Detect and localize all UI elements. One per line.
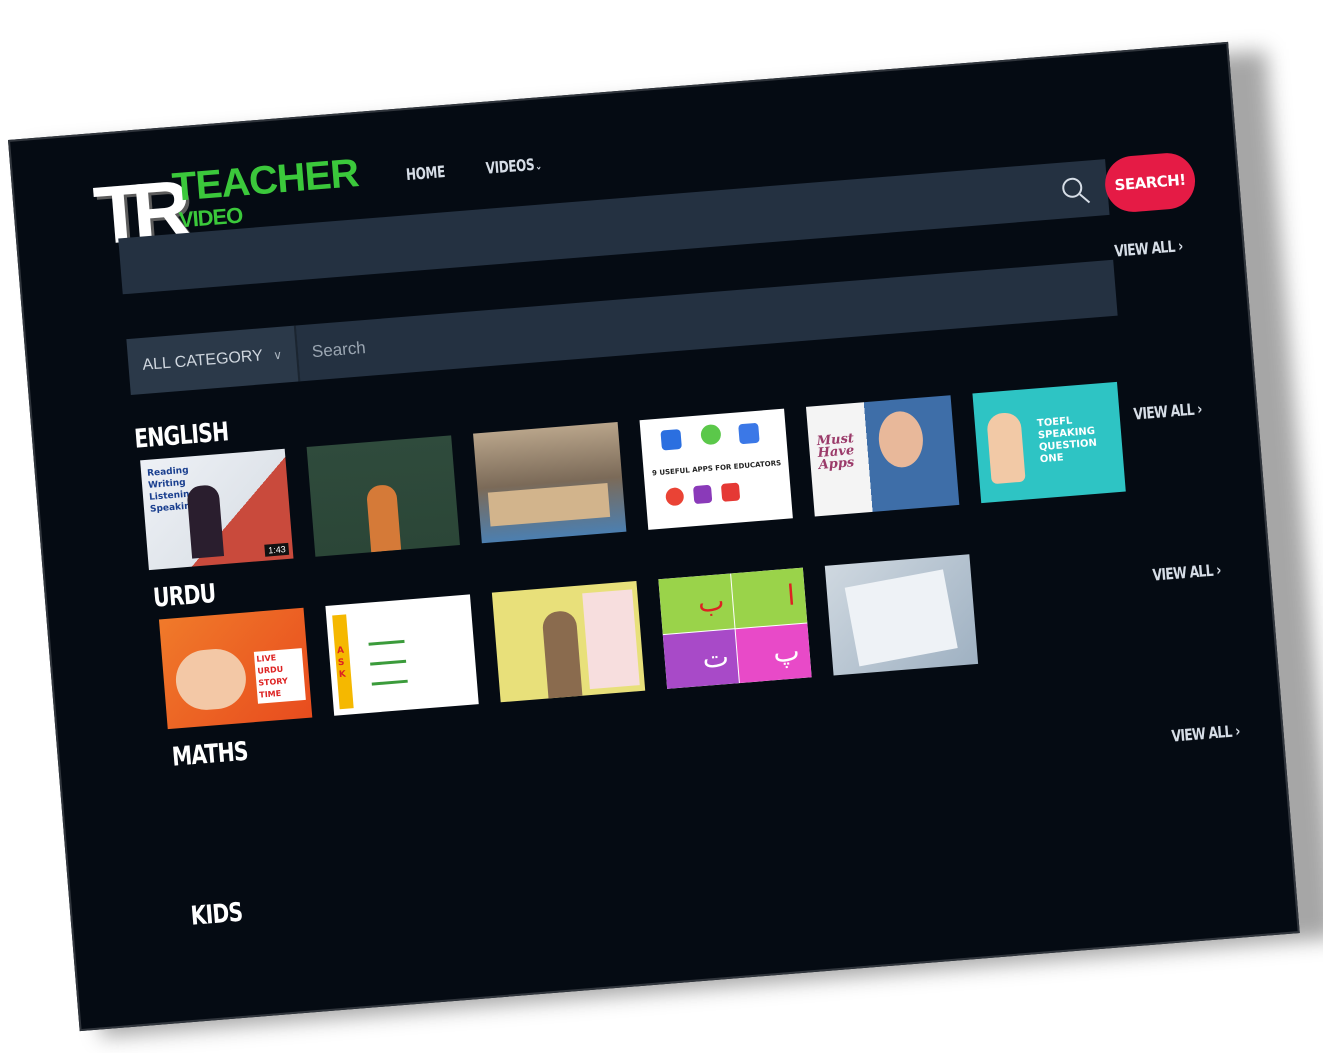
view-all-maths[interactable]: VIEW ALL ›	[1152, 560, 1222, 584]
view-all-label: VIEW ALL	[1113, 236, 1176, 261]
app-icon	[660, 429, 682, 451]
app-icon	[720, 482, 741, 502]
nav-videos-label: VIDEOS	[484, 154, 535, 178]
urdu-letter: ب	[696, 584, 726, 620]
cartoon-figure	[986, 411, 1026, 485]
letter-tile: پ	[735, 623, 812, 684]
urdu-letter: ا	[785, 578, 797, 612]
app-icon	[692, 484, 713, 505]
search-input[interactable]	[295, 259, 1118, 382]
video-thumbnail[interactable]: ASK	[325, 594, 479, 716]
thumb-caption: 9 USEFUL APPS FOR EDUCATORS	[651, 459, 782, 478]
presenter-figure	[541, 609, 583, 699]
chevron-right-icon: ›	[1196, 399, 1203, 419]
classroom-desks	[487, 483, 611, 527]
urdu-video-row: LIVE URDU STORY TIME ASK ب ا ت پ	[158, 554, 979, 730]
section-title-kids: KIDS	[189, 897, 244, 932]
english-video-row: Reading Writing Listening Speaking 1:43 …	[140, 381, 1126, 571]
browser-screen: TR TEACHER VIDEO RESOURCE HOME VIDEOS⌄ S…	[8, 41, 1300, 1032]
app-icon	[700, 423, 722, 446]
video-thumbnail[interactable]	[491, 581, 646, 703]
video-thumbnail[interactable]: TOEFL SPEAKING QUESTION ONE	[972, 381, 1126, 504]
search-icon[interactable]	[1058, 173, 1092, 207]
nav-home[interactable]: HOME	[405, 162, 445, 184]
view-all-label: VIEW ALL	[1151, 560, 1214, 585]
chevron-down-icon: ⌄	[534, 159, 542, 173]
urdu-letter: ت	[701, 639, 731, 675]
category-select-label: ALL CATEGORY	[141, 347, 264, 374]
chart-board	[582, 589, 640, 690]
chevron-right-icon: ›	[1177, 236, 1184, 256]
thumb-caption: Must Have Apps	[816, 431, 855, 474]
letter-tile: ت	[662, 629, 739, 689]
letter-tile: ا	[731, 567, 808, 629]
section-title-urdu: URDU	[152, 578, 217, 614]
thumb-caption: LIVE URDU STORY TIME	[253, 648, 306, 704]
chevron-down-icon: ∨	[272, 347, 283, 363]
app-icon	[738, 422, 760, 445]
letter-tile: ب	[658, 573, 735, 635]
worksheet-page	[844, 569, 958, 667]
view-all-english[interactable]: VIEW ALL ›	[1114, 236, 1184, 260]
chevron-right-icon: ›	[1215, 560, 1222, 580]
app-icon	[665, 486, 685, 507]
video-thumbnail[interactable]: Must Have Apps	[805, 395, 960, 517]
view-all-kids[interactable]: VIEW ALL ›	[1171, 721, 1241, 745]
presenter-figure	[186, 484, 225, 559]
view-all-urdu[interactable]: VIEW ALL ›	[1133, 399, 1203, 423]
main-nav: HOME VIDEOS⌄	[405, 153, 560, 184]
line-mark	[371, 679, 408, 686]
presenter-face	[876, 409, 926, 470]
line-mark	[368, 639, 405, 646]
view-all-label: VIEW ALL	[1132, 399, 1195, 424]
video-thumbnail[interactable]: ب ا ت پ	[658, 567, 812, 689]
urdu-letter: پ	[771, 634, 801, 670]
presenter-figure	[365, 484, 402, 553]
video-duration: 1:43	[264, 542, 290, 557]
video-thumbnail[interactable]: Reading Writing Listening Speaking 1:43	[140, 448, 294, 571]
video-thumbnail[interactable]: LIVE URDU STORY TIME	[158, 607, 313, 730]
section-title-maths: MATHS	[170, 736, 249, 773]
section-title-english: ENGLISH	[133, 417, 230, 455]
video-thumbnail[interactable]	[306, 435, 460, 557]
video-thumbnail[interactable]	[473, 422, 627, 544]
chevron-right-icon: ›	[1234, 721, 1241, 741]
nav-videos[interactable]: VIDEOS⌄	[484, 154, 542, 178]
video-thumbnail[interactable]	[824, 554, 979, 676]
line-mark	[370, 659, 407, 666]
thumb-caption: TOEFL SPEAKING QUESTION ONE	[1036, 415, 1098, 466]
video-thumbnail[interactable]: 9 USEFUL APPS FOR EDUCATORS	[639, 408, 793, 530]
hands	[173, 646, 249, 713]
view-all-label: VIEW ALL	[1170, 721, 1233, 746]
search-button[interactable]: SEARCH!	[1102, 151, 1198, 215]
category-select[interactable]: ALL CATEGORY ∨	[126, 325, 301, 395]
